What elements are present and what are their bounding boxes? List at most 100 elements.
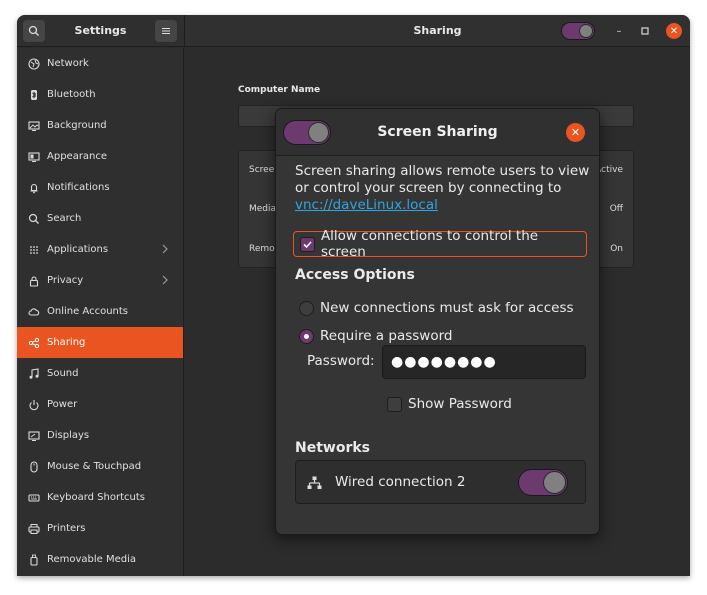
bluetooth-icon: [27, 88, 41, 102]
maximize-icon: [641, 27, 649, 35]
sidebar-item-mouse-touchpad[interactable]: Mouse & Touchpad: [17, 451, 183, 482]
usb-icon: [27, 553, 41, 567]
sidebar-item-applications[interactable]: Applications: [17, 234, 183, 265]
screen-sharing-dialog: Screen Sharing ✕ Screen sharing allows r…: [275, 108, 600, 535]
sharing-description: Screen sharing allows remote users to vi…: [295, 163, 590, 214]
sidebar-item-label: Applications: [47, 244, 109, 255]
sidebar-item-privacy[interactable]: Privacy: [17, 265, 183, 296]
password-field[interactable]: ●●●●●●●●: [382, 345, 586, 379]
sidebar-item-displays[interactable]: Displays: [17, 420, 183, 451]
power-icon: [27, 398, 41, 412]
minimize-button[interactable]: –: [612, 24, 626, 38]
cloud-icon: [27, 305, 41, 319]
sidebar-item-background[interactable]: Background: [17, 110, 183, 141]
allow-control-checkbox-row[interactable]: Allow connections to control the screen: [293, 228, 587, 260]
sidebar-item-label: Sharing: [47, 337, 86, 348]
background-icon: [27, 119, 41, 133]
service-label: Media: [249, 204, 277, 214]
option-password-radio[interactable]: [299, 328, 314, 344]
sidebar-item-removable-media[interactable]: Removable Media: [17, 544, 183, 575]
sidebar-item-label: Notifications: [47, 182, 110, 193]
chevron-right-icon: [162, 244, 168, 254]
sidebar: Network Bluetooth Background Appearance …: [17, 48, 184, 576]
grid-icon: [27, 243, 41, 257]
network-name: Wired connection 2: [335, 474, 466, 490]
allow-control-label: Allow connections to control the screen: [320, 228, 539, 260]
sidebar-item-online-accounts[interactable]: Online Accounts: [17, 296, 183, 327]
sidebar-item-keyboard-shortcuts[interactable]: Keyboard Shortcuts: [17, 482, 183, 513]
password-label: Password:: [307, 353, 375, 369]
sidebar-item-appearance[interactable]: Appearance: [17, 141, 183, 172]
minimize-icon: –: [616, 25, 622, 37]
sharing-master-toggle[interactable]: [561, 22, 595, 40]
network-row: Wired connection 2: [295, 460, 586, 504]
sidebar-item-label: Online Accounts: [47, 306, 129, 317]
sidebar-item-network[interactable]: Network: [17, 48, 183, 79]
bell-icon: [27, 181, 41, 195]
option-password-label: Require a password: [320, 328, 453, 344]
vnc-link[interactable]: vnc://daveLinux.local: [295, 197, 438, 213]
service-status: Off: [609, 204, 623, 214]
dialog-title: Screen Sharing: [377, 124, 498, 140]
menu-button[interactable]: [155, 20, 177, 42]
printer-icon: [27, 522, 41, 536]
sidebar-header: Settings: [17, 15, 184, 47]
show-password-checkbox[interactable]: [387, 396, 402, 412]
keyboard-icon: [27, 491, 41, 505]
window-close-button[interactable]: ✕: [666, 23, 682, 39]
sidebar-item-search[interactable]: Search: [17, 203, 183, 234]
sidebar-item-notifications[interactable]: Notifications: [17, 172, 183, 203]
sidebar-item-label: Search: [47, 213, 82, 224]
close-icon: ✕: [669, 25, 679, 37]
sidebar-item-label: Mouse & Touchpad: [47, 461, 142, 472]
checkmark-icon: [303, 240, 312, 248]
hamburger-icon: [162, 28, 170, 34]
access-options-heading: Access Options: [295, 267, 415, 283]
dialog-close-button[interactable]: ✕: [566, 123, 585, 142]
network-icon: [27, 57, 41, 71]
sidebar-item-label: Removable Media: [47, 554, 137, 565]
sidebar-item-bluetooth[interactable]: Bluetooth: [17, 79, 183, 110]
sidebar-item-label: Power: [47, 399, 78, 410]
sidebar-item-label: Sound: [47, 368, 79, 379]
music-note-icon: [27, 367, 41, 381]
computer-name-label: Computer Name: [238, 85, 321, 95]
show-password-label: Show Password: [408, 396, 512, 412]
sidebar-item-label: Background: [47, 120, 107, 131]
dialog-body: Screen sharing allows remote users to vi…: [276, 157, 599, 534]
share-icon: [27, 336, 41, 350]
close-icon: ✕: [570, 126, 581, 139]
service-label: Remo: [249, 244, 275, 254]
service-status: On: [610, 244, 623, 254]
service-label: Scree: [249, 165, 275, 175]
sidebar-item-power[interactable]: Power: [17, 389, 183, 420]
wired-network-icon: [307, 476, 322, 489]
networks-heading: Networks: [295, 440, 371, 456]
maximize-button[interactable]: [638, 24, 652, 38]
sidebar-item-label: Network: [47, 58, 89, 69]
sidebar-item-label: Keyboard Shortcuts: [47, 492, 145, 503]
sidebar-item-label: Bluetooth: [47, 89, 96, 100]
description-text: Screen sharing allows remote users to vi…: [295, 163, 590, 196]
chevron-right-icon: [162, 275, 168, 285]
option-password-row[interactable]: Require a password: [299, 328, 452, 344]
option-ask-row[interactable]: New connections must ask for access: [299, 300, 574, 316]
display-icon: [27, 429, 41, 443]
sidebar-item-label: Displays: [47, 430, 90, 441]
sidebar-item-label: Appearance: [47, 151, 108, 162]
panel-header: Sharing – ✕: [184, 15, 690, 47]
option-ask-label: New connections must ask for access: [320, 300, 574, 316]
network-toggle[interactable]: [518, 469, 568, 496]
sidebar-item-sound[interactable]: Sound: [17, 358, 183, 389]
option-ask-radio[interactable]: [299, 300, 314, 316]
sidebar-item-label: Printers: [47, 523, 86, 534]
appearance-icon: [27, 150, 41, 164]
show-password-row[interactable]: Show Password: [387, 396, 512, 412]
allow-control-checkbox[interactable]: [300, 236, 315, 252]
sidebar-item-printers[interactable]: Printers: [17, 513, 183, 544]
search-icon: [27, 212, 41, 226]
sidebar-item-sharing[interactable]: Sharing: [17, 327, 183, 358]
dialog-header: Screen Sharing ✕: [276, 109, 599, 156]
sidebar-item-label: Privacy: [47, 275, 84, 286]
mouse-icon: [27, 460, 41, 474]
